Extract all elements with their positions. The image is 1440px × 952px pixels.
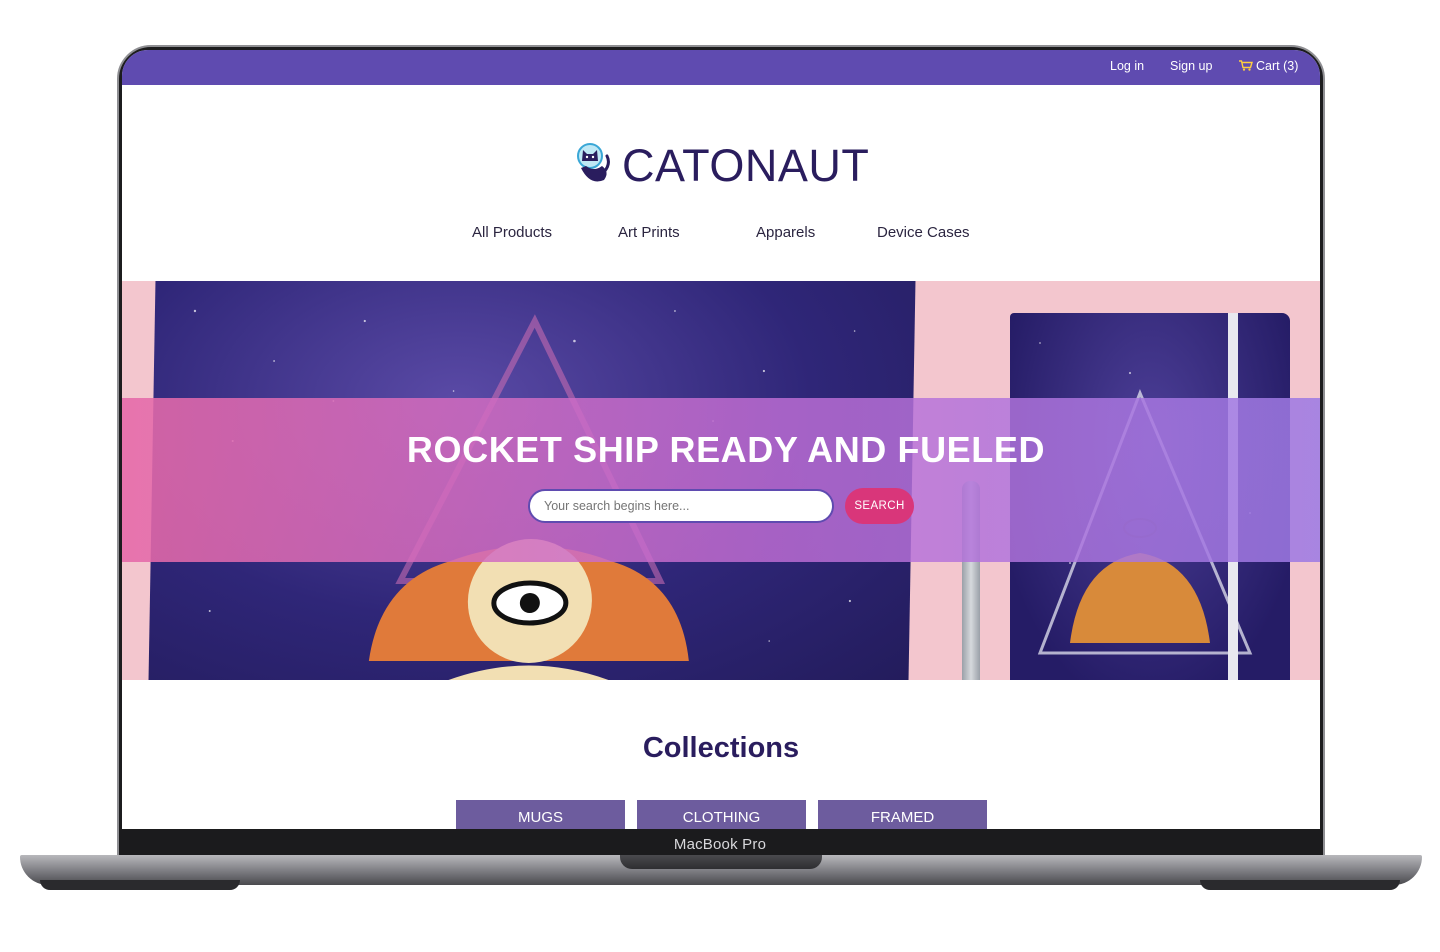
nav-apparels[interactable]: Apparels [756, 224, 815, 241]
laptop-hinge-notch [620, 855, 822, 869]
laptop-foot-left [40, 880, 240, 890]
cart-label: Cart (3) [1256, 59, 1299, 73]
hero-banner: ROCKET SHIP READY AND FUELED SEARCH [122, 281, 1320, 680]
signup-link[interactable]: Sign up [1170, 59, 1212, 73]
astronaut-cat-icon [577, 143, 610, 182]
search-button[interactable]: SEARCH [845, 488, 914, 524]
collection-tile-framed[interactable]: FRAMED [818, 800, 987, 829]
collection-tile-clothing[interactable]: CLOTHING [637, 800, 806, 829]
search-input[interactable] [528, 489, 834, 523]
nav-all-products[interactable]: All Products [472, 224, 552, 241]
device-mockup: Log in Sign up Cart (3) CATONAUT All Pro… [0, 0, 1440, 952]
top-utility-bar: Log in Sign up Cart (3) [122, 50, 1320, 85]
laptop-foot-right [1200, 880, 1400, 890]
login-link[interactable]: Log in [1110, 59, 1144, 73]
brand-name: CATONAUT [622, 140, 870, 191]
device-model-label: MacBook Pro [673, 836, 767, 853]
browser-viewport: Log in Sign up Cart (3) CATONAUT All Pro… [122, 50, 1320, 829]
collection-tile-mugs[interactable]: MUGS [456, 800, 625, 829]
cart-icon [1239, 60, 1253, 71]
cart-link[interactable]: Cart (3) [1239, 59, 1298, 73]
hero-overlay [122, 398, 1320, 562]
collections-heading: Collections [642, 732, 800, 764]
nav-art-prints[interactable]: Art Prints [618, 224, 680, 241]
nav-device-cases[interactable]: Device Cases [877, 224, 970, 241]
hero-title: ROCKET SHIP READY AND FUELED [406, 429, 1046, 470]
